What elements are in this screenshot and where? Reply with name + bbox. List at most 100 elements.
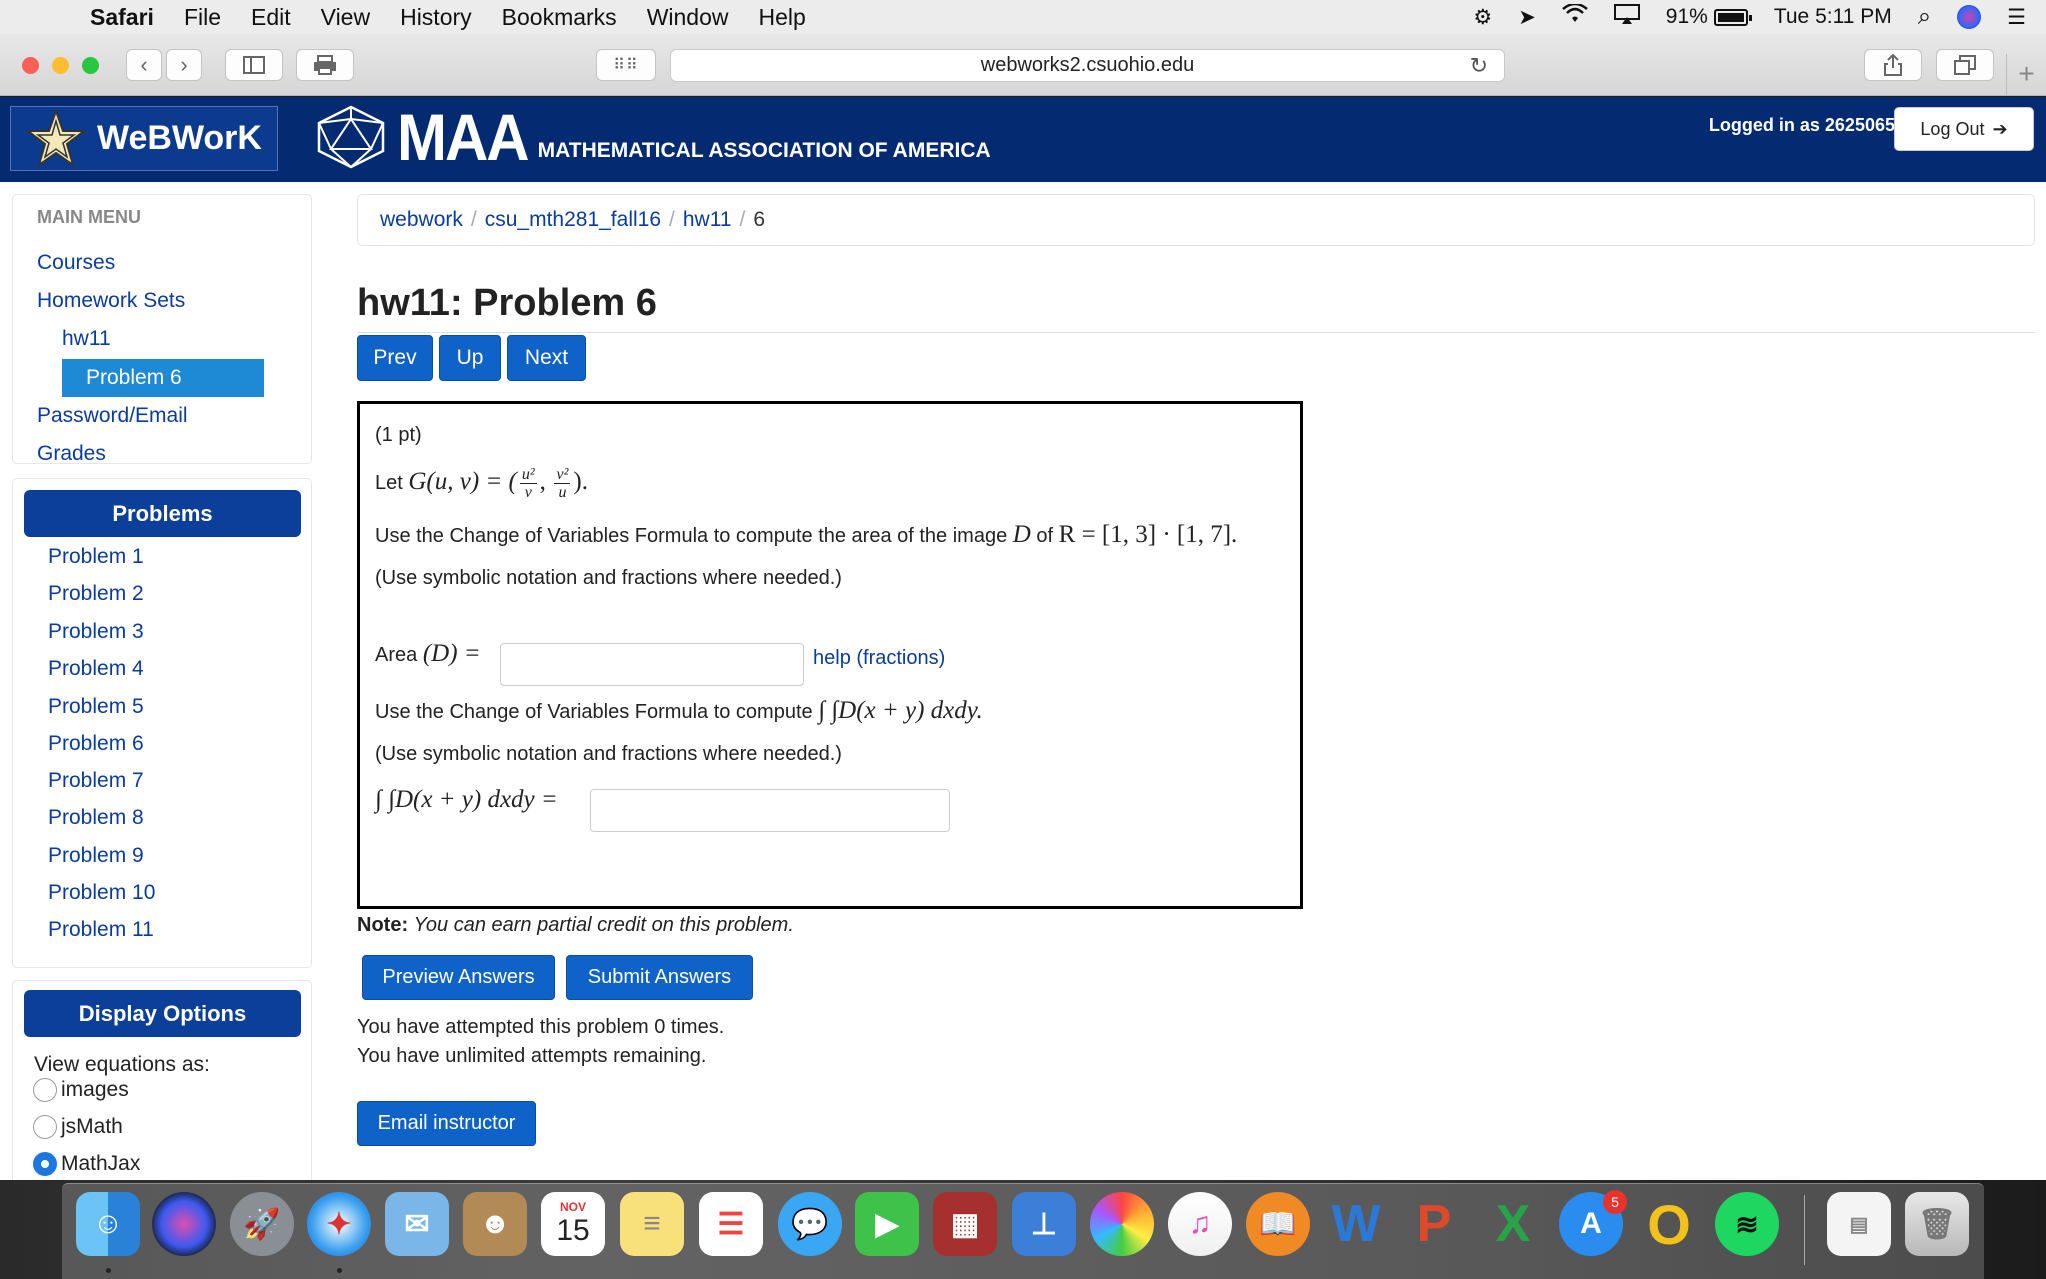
print-icon[interactable] bbox=[296, 49, 354, 81]
mail-icon[interactable]: ✉ bbox=[385, 1192, 449, 1256]
top-sites-icon[interactable]: ⠿⠿ bbox=[596, 49, 656, 81]
ibooks-icon[interactable]: 📖 bbox=[1246, 1192, 1310, 1256]
launchpad-icon[interactable]: 🚀 bbox=[230, 1192, 294, 1256]
fraction-numerator: v² bbox=[554, 466, 571, 484]
minimize-window-button[interactable] bbox=[52, 57, 69, 74]
question-area: Use the Change of Variables Formula to c… bbox=[375, 521, 1237, 549]
photo-booth-icon[interactable]: ▦ bbox=[933, 1192, 997, 1256]
zoom-window-button[interactable] bbox=[82, 57, 99, 74]
menu-link-hw11[interactable]: hw11 bbox=[62, 327, 111, 351]
problem-link-1[interactable]: Problem 1 bbox=[48, 545, 144, 569]
option-images[interactable]: images bbox=[33, 1078, 129, 1102]
submit-answers-button[interactable]: Submit Answers bbox=[566, 955, 753, 1000]
wifi-icon[interactable] bbox=[1561, 2, 1588, 30]
area-answer-input[interactable] bbox=[500, 643, 804, 686]
maa-logo[interactable]: MAA MATHEMATICAL ASSOCIATION OF AMERICA bbox=[315, 103, 991, 172]
reminders-icon[interactable]: ☰ bbox=[699, 1192, 763, 1256]
radio-jsmath[interactable] bbox=[33, 1115, 57, 1139]
problem-link-5[interactable]: Problem 5 bbox=[48, 695, 144, 719]
breadcrumb-hw11[interactable]: hw11 bbox=[683, 208, 732, 231]
menu-help[interactable]: Help bbox=[759, 4, 806, 31]
problem-link-7[interactable]: Problem 7 bbox=[48, 769, 144, 793]
clock[interactable]: Tue 5:11 PM bbox=[1774, 5, 1892, 29]
prev-button[interactable]: Prev bbox=[357, 335, 433, 381]
document-icon[interactable]: ▤ bbox=[1827, 1192, 1891, 1256]
spotify-icon[interactable]: ≋ bbox=[1715, 1192, 1779, 1256]
back-button[interactable]: ‹ bbox=[126, 49, 162, 81]
radio-mathjax-selected[interactable] bbox=[33, 1152, 57, 1176]
siri-icon[interactable] bbox=[152, 1192, 216, 1256]
problem-link-8[interactable]: Problem 8 bbox=[48, 806, 144, 830]
breadcrumb-course[interactable]: csu_mth281_fall16 bbox=[485, 208, 661, 231]
webwork-logo-text: WeBWorK bbox=[97, 119, 262, 157]
airplay-icon[interactable] bbox=[1613, 4, 1640, 30]
problem-link-10[interactable]: Problem 10 bbox=[48, 881, 155, 905]
radio-images[interactable] bbox=[33, 1078, 57, 1102]
problem-link-9[interactable]: Problem 9 bbox=[48, 844, 144, 868]
preview-answers-button[interactable]: Preview Answers bbox=[362, 955, 555, 1000]
option-jsmath-label: jsMath bbox=[61, 1115, 123, 1138]
status-app-icon[interactable]: ⚙ bbox=[1473, 5, 1492, 30]
contacts-icon[interactable]: ☻ bbox=[463, 1192, 527, 1256]
outlook-icon[interactable]: O bbox=[1637, 1192, 1701, 1256]
partial-credit-note: Note: You can earn partial credit on thi… bbox=[357, 914, 794, 937]
excel-icon[interactable]: X bbox=[1481, 1192, 1545, 1256]
menu-window[interactable]: Window bbox=[647, 4, 729, 31]
menu-link-homework-sets[interactable]: Homework Sets bbox=[37, 289, 185, 313]
sidebar-toggle-icon[interactable] bbox=[225, 49, 283, 81]
menu-link-password-email[interactable]: Password/Email bbox=[37, 404, 188, 428]
menu-link-current-problem[interactable]: Problem 6 bbox=[62, 359, 264, 397]
question-integral-text: Use the Change of Variables Formula to c… bbox=[375, 701, 813, 723]
breadcrumb-webwork[interactable]: webwork bbox=[380, 208, 463, 231]
address-bar[interactable]: webworks2.csuohio.edu ↻ bbox=[670, 49, 1505, 82]
help-fractions-link[interactable]: help (fractions) bbox=[813, 647, 945, 670]
messages-icon[interactable]: 💬 bbox=[778, 1192, 842, 1256]
menu-history[interactable]: History bbox=[400, 4, 472, 31]
menu-link-courses[interactable]: Courses bbox=[37, 251, 115, 275]
integral-answer-input[interactable] bbox=[590, 789, 950, 832]
problem-link-2[interactable]: Problem 2 bbox=[48, 582, 144, 606]
problem-link-11[interactable]: Problem 11 bbox=[48, 918, 154, 942]
photos-icon[interactable] bbox=[1090, 1192, 1154, 1256]
area-label: Area (D) = bbox=[375, 640, 481, 668]
menu-view[interactable]: View bbox=[321, 4, 370, 31]
new-tab-button[interactable]: + bbox=[2006, 54, 2046, 96]
calendar-icon[interactable]: NOV 15 bbox=[541, 1192, 605, 1256]
page-content: MAIN MENU Courses Homework Sets hw11 Pro… bbox=[0, 182, 2046, 1190]
option-jsmath[interactable]: jsMath bbox=[33, 1115, 123, 1139]
battery-status[interactable]: 91% bbox=[1666, 5, 1752, 29]
powerpoint-icon[interactable]: P bbox=[1402, 1192, 1466, 1256]
help-fractions-text: help (fractions) bbox=[813, 647, 946, 669]
share-icon[interactable] bbox=[1864, 49, 1922, 81]
forward-button[interactable]: › bbox=[166, 49, 202, 81]
logout-button[interactable]: Log Out ➔ bbox=[1894, 107, 2034, 151]
notes-icon[interactable]: ≡ bbox=[620, 1192, 684, 1256]
menu-bookmarks[interactable]: Bookmarks bbox=[502, 4, 617, 31]
itunes-icon[interactable]: ♫ bbox=[1168, 1192, 1232, 1256]
comma: , bbox=[539, 467, 546, 495]
up-button[interactable]: Up bbox=[439, 335, 501, 381]
menu-app-name[interactable]: Safari bbox=[90, 4, 154, 31]
safari-icon[interactable]: ✦ bbox=[307, 1192, 371, 1256]
email-instructor-button[interactable]: Email instructor bbox=[357, 1101, 536, 1146]
word-icon[interactable]: W bbox=[1324, 1192, 1388, 1256]
menu-link-grades[interactable]: Grades bbox=[37, 442, 106, 466]
menu-edit[interactable]: Edit bbox=[251, 4, 291, 31]
problem-link-4[interactable]: Problem 4 bbox=[48, 657, 144, 681]
problem-link-3[interactable]: Problem 3 bbox=[48, 620, 144, 644]
trash-icon[interactable]: 🗑 bbox=[1905, 1192, 1969, 1256]
finder-icon[interactable]: ☺ bbox=[76, 1192, 140, 1256]
menu-file[interactable]: File bbox=[184, 4, 221, 31]
notification-center-icon[interactable]: ☰ bbox=[2007, 5, 2026, 30]
webwork-logo[interactable]: WeBWorK bbox=[10, 106, 278, 171]
option-mathjax[interactable]: MathJax bbox=[33, 1152, 140, 1176]
next-button[interactable]: Next bbox=[507, 335, 586, 381]
siri-menu-icon[interactable] bbox=[1957, 5, 1982, 29]
close-window-button[interactable] bbox=[22, 57, 39, 74]
reload-icon[interactable]: ↻ bbox=[1470, 50, 1488, 81]
tabs-overview-icon[interactable] bbox=[1936, 49, 1994, 81]
keynote-icon[interactable]: ⊥ bbox=[1012, 1192, 1076, 1256]
spotlight-search-icon[interactable]: ⌕ bbox=[1918, 3, 1931, 31]
problem-link-6[interactable]: Problem 6 bbox=[48, 732, 144, 756]
facetime-icon[interactable]: ▶ bbox=[855, 1192, 919, 1256]
